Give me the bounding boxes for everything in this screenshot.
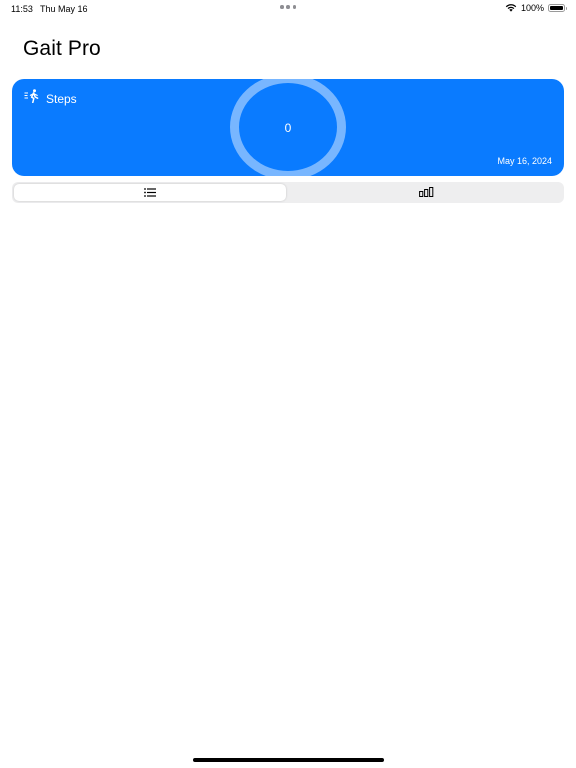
status-bar: 11:53 Thu May 16 100% — [0, 0, 576, 18]
battery-percent: 100% — [520, 3, 544, 13]
list-icon — [144, 184, 156, 202]
chart-view-segment[interactable] — [290, 184, 562, 201]
app-screen: 11:53 Thu May 16 100% Gait Pro Steps 0 M… — [0, 0, 576, 768]
battery-level — [550, 6, 563, 10]
page-title: Gait Pro — [23, 37, 101, 60]
status-time: 11:53 — [11, 4, 33, 14]
multitasking-dots-icon[interactable] — [280, 4, 296, 10]
bar-chart-icon — [418, 184, 434, 202]
steps-header: Steps — [24, 89, 77, 108]
steps-count: 0 — [284, 121, 292, 135]
view-segmented-control — [12, 182, 564, 203]
list-view-segment[interactable] — [14, 184, 286, 201]
status-indicators: 100% — [505, 3, 567, 14]
home-indicator[interactable] — [193, 758, 384, 762]
walking-figure-icon — [24, 89, 40, 108]
steps-date: May 16, 2024 — [497, 156, 552, 166]
wifi-icon — [505, 3, 517, 14]
steps-label: Steps — [46, 91, 77, 106]
battery-icon — [548, 4, 567, 12]
steps-card[interactable]: Steps 0 May 16, 2024 — [12, 79, 564, 176]
status-date: Thu May 16 — [40, 4, 88, 14]
